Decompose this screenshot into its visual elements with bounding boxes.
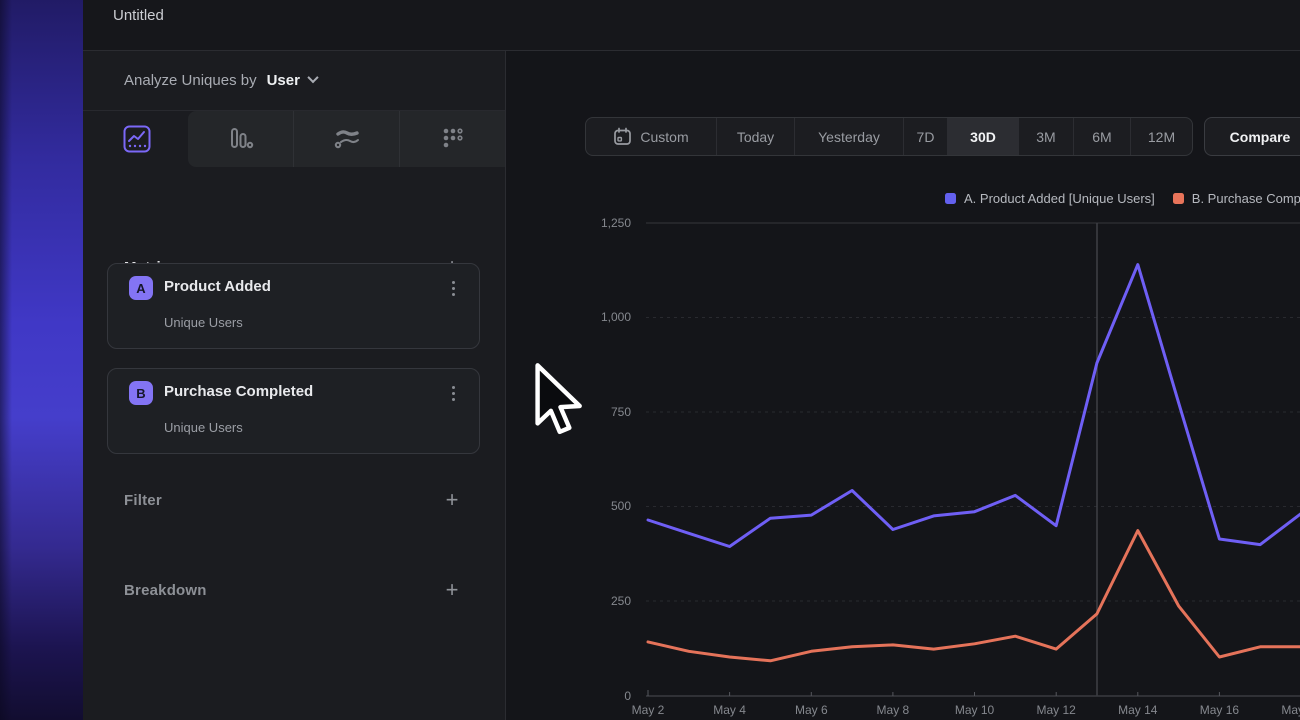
x-tick-label: May 2 [632,703,665,717]
x-tick-label: May 12 [1037,703,1076,717]
flow-chart-icon [333,126,361,152]
x-tick-label: May 8 [877,703,910,717]
sidebar: Analyze Uniques by User [83,51,505,720]
analyze-label: Analyze Uniques by [124,72,257,89]
tab-flow-chart[interactable] [293,111,399,167]
desktop-background-gradient [0,0,83,720]
chart-type-tabstrip [188,111,505,167]
screenshot-stage: Untitled Analyze Uniques by User [0,0,1300,720]
analyze-by-value: User [267,72,300,89]
tab-line-chart[interactable] [123,125,151,153]
y-tick-label: 0 [571,689,631,703]
line-chart-icon [123,125,151,153]
metric-title: Purchase Completed [164,383,313,400]
dots-grid-icon [440,126,466,152]
filter-header: Filter + [124,487,463,513]
add-filter-button[interactable]: + [441,490,463,510]
analyze-row: Analyze Uniques by User [83,51,505,111]
metric-subtitle: Unique Users [164,315,243,330]
series-line-a [648,265,1300,547]
x-tick-label: May 16 [1200,703,1239,717]
x-tick-label: May 4 [713,703,746,717]
metric-badge-b: B [129,381,153,405]
filter-heading: Filter [124,492,162,509]
metric-badge-a: A [129,276,153,300]
chart-pane: Custom Today Yesterday 7D 30D 3M 6M 12M … [505,51,1300,720]
app-window: Untitled Analyze Uniques by User [83,0,1300,720]
y-tick-label: 1,250 [571,216,631,230]
x-tick-label: May 10 [955,703,994,717]
x-tick-label: May 14 [1118,703,1157,717]
metric-card-a[interactable]: A Product Added Unique Users [107,263,480,349]
x-tick-label: May 6 [795,703,828,717]
breakdown-header: Breakdown + [124,577,463,603]
tab-bar-chart[interactable] [188,111,293,167]
metric-options-button[interactable] [443,382,463,404]
add-breakdown-button[interactable]: + [441,580,463,600]
chart-type-tabs [83,111,505,167]
analyze-by-dropdown[interactable]: User [267,72,317,89]
series-line-b [648,531,1300,661]
breakdown-heading: Breakdown [124,582,207,599]
x-tick-label: May 18 [1281,703,1300,717]
tab-retention[interactable] [399,111,505,167]
metric-title: Product Added [164,278,271,295]
metric-options-button[interactable] [443,277,463,299]
y-tick-label: 250 [571,594,631,608]
y-tick-label: 750 [571,405,631,419]
document-title: Untitled [113,7,164,24]
chart-series [506,51,1300,720]
metric-subtitle: Unique Users [164,420,243,435]
line-chart: 1,250 1,000 750 500 250 0 May 2 May 4 Ma… [506,51,1300,720]
y-tick-label: 1,000 [571,310,631,324]
y-tick-label: 500 [571,499,631,513]
titlebar: Untitled [83,0,1300,51]
metric-card-b[interactable]: B Purchase Completed Unique Users [107,368,480,454]
bar-chart-icon [228,126,254,152]
chevron-down-icon [307,71,318,82]
